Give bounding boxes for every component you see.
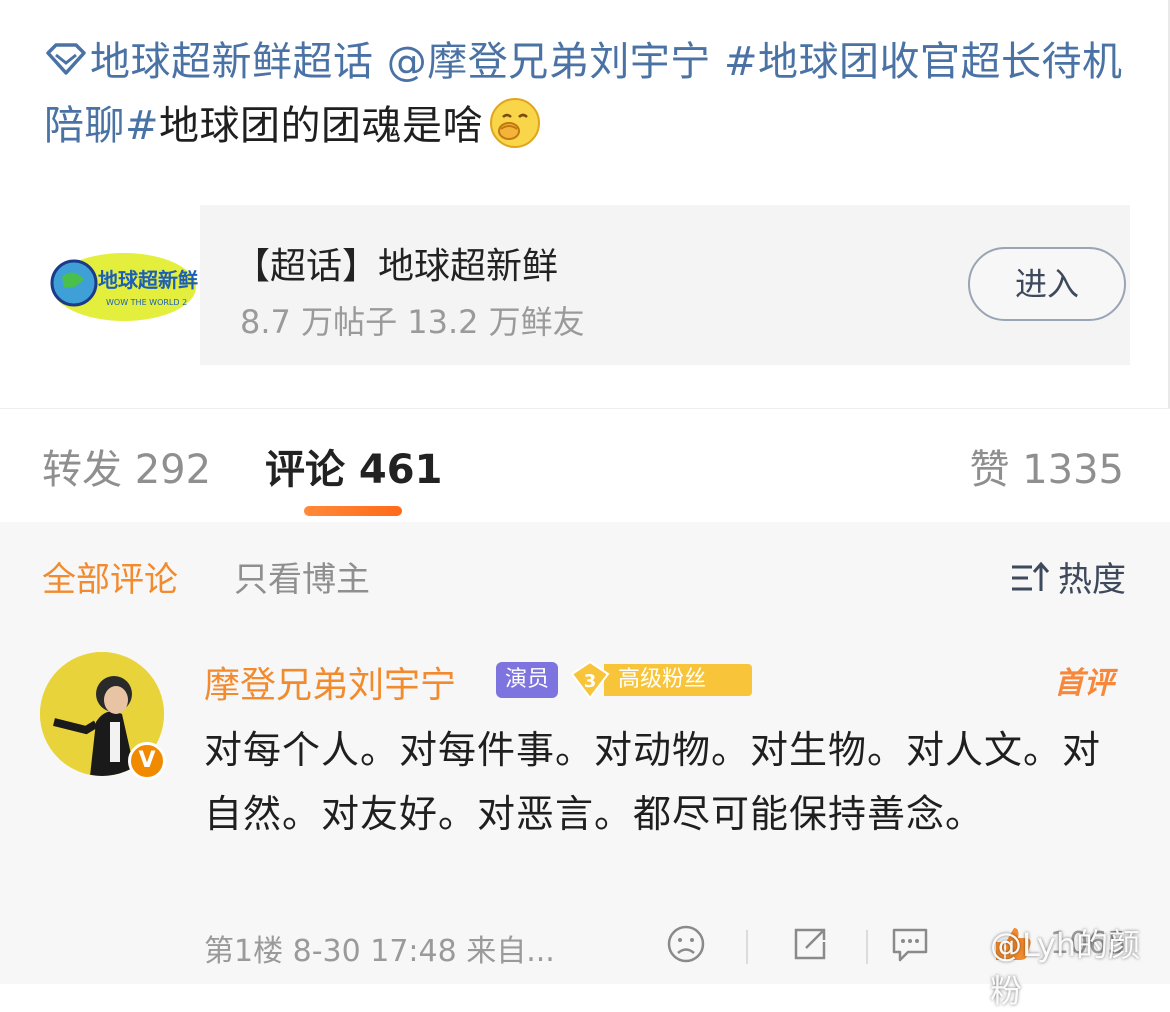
- watermark: @Lyh的颜粉: [990, 926, 1141, 1010]
- topic-thumbnail: 地球超新鲜 WOW THE WORLD 2: [44, 205, 200, 365]
- tab-likes[interactable]: 赞 1335: [969, 437, 1124, 495]
- comment-author[interactable]: 摩登兄弟刘宇宁: [204, 656, 456, 708]
- topic-logo: 地球超新鲜 WOW THE WORLD 2: [50, 253, 198, 321]
- post-text: 地球超新鲜超话 @摩登兄弟刘宇宁 #地球团收官超长待机陪聊#地球团的团魂是啥: [44, 30, 1154, 158]
- sort-icon: [1012, 561, 1050, 591]
- enter-button[interactable]: 进入: [968, 247, 1126, 321]
- comment-icon[interactable]: [888, 924, 932, 964]
- sort-button[interactable]: 热度: [1010, 552, 1126, 601]
- fan-level-icon: 3: [570, 660, 610, 700]
- verified-v-icon: V: [128, 742, 166, 780]
- fan-badge-label: 高级粉丝: [604, 664, 752, 696]
- filter-owner-only[interactable]: 只看博主: [234, 552, 370, 601]
- dislike-face-icon[interactable]: [664, 924, 708, 964]
- filter-all-comments[interactable]: 全部评论: [42, 552, 178, 601]
- tab-comments[interactable]: 评论 461: [265, 437, 442, 495]
- comment-text: 对每个人。对每件事。对动物。对生物。对人文。对自然。对友好。对恶言。都尽可能保持…: [204, 728, 1102, 836]
- post-body: 地球团的团魂是啥: [159, 103, 484, 149]
- yawn-emoji-icon: [490, 98, 541, 148]
- topic-link[interactable]: 地球超新鲜超话: [90, 39, 374, 85]
- interaction-tabs: 转发 292 评论 461 赞 1335: [0, 408, 1170, 523]
- action-divider: [866, 930, 868, 964]
- topic-logo-text: 地球超新鲜: [98, 268, 198, 292]
- comment-meta: 第1楼 8-30 17:48 来自...: [204, 934, 555, 969]
- first-comment-tag: 首评: [1054, 666, 1114, 701]
- action-divider: [746, 930, 748, 964]
- sort-label: 热度: [1058, 560, 1126, 600]
- super-topic-card[interactable]: 地球超新鲜 WOW THE WORLD 2 【超话】地球超新鲜 8.7 万帖子 …: [44, 205, 1130, 365]
- mention-link[interactable]: @摩登兄弟刘宇宁: [387, 39, 711, 85]
- role-badge: 演员: [496, 662, 558, 698]
- active-tab-indicator: [304, 506, 402, 516]
- tab-repost[interactable]: 转发 292: [42, 437, 211, 495]
- fan-level-number: 3: [584, 671, 597, 692]
- share-icon[interactable]: [788, 924, 832, 964]
- comments-section: 全部评论 只看博主 热度 V 摩登兄弟刘宇宁 演员 高级粉丝 3 首评 对每个人…: [0, 522, 1170, 1010]
- topic-title: 【超话】地球超新鲜: [234, 246, 559, 287]
- diamond-icon: [46, 43, 86, 75]
- topic-stats: 8.7 万帖子 13.2 万鲜友: [240, 303, 585, 341]
- post-section: 地球超新鲜超话 @摩登兄弟刘宇宁 #地球团收官超长待机陪聊#地球团的团魂是啥 地…: [0, 0, 1170, 408]
- topic-logo-subtext: WOW THE WORLD 2: [106, 298, 187, 307]
